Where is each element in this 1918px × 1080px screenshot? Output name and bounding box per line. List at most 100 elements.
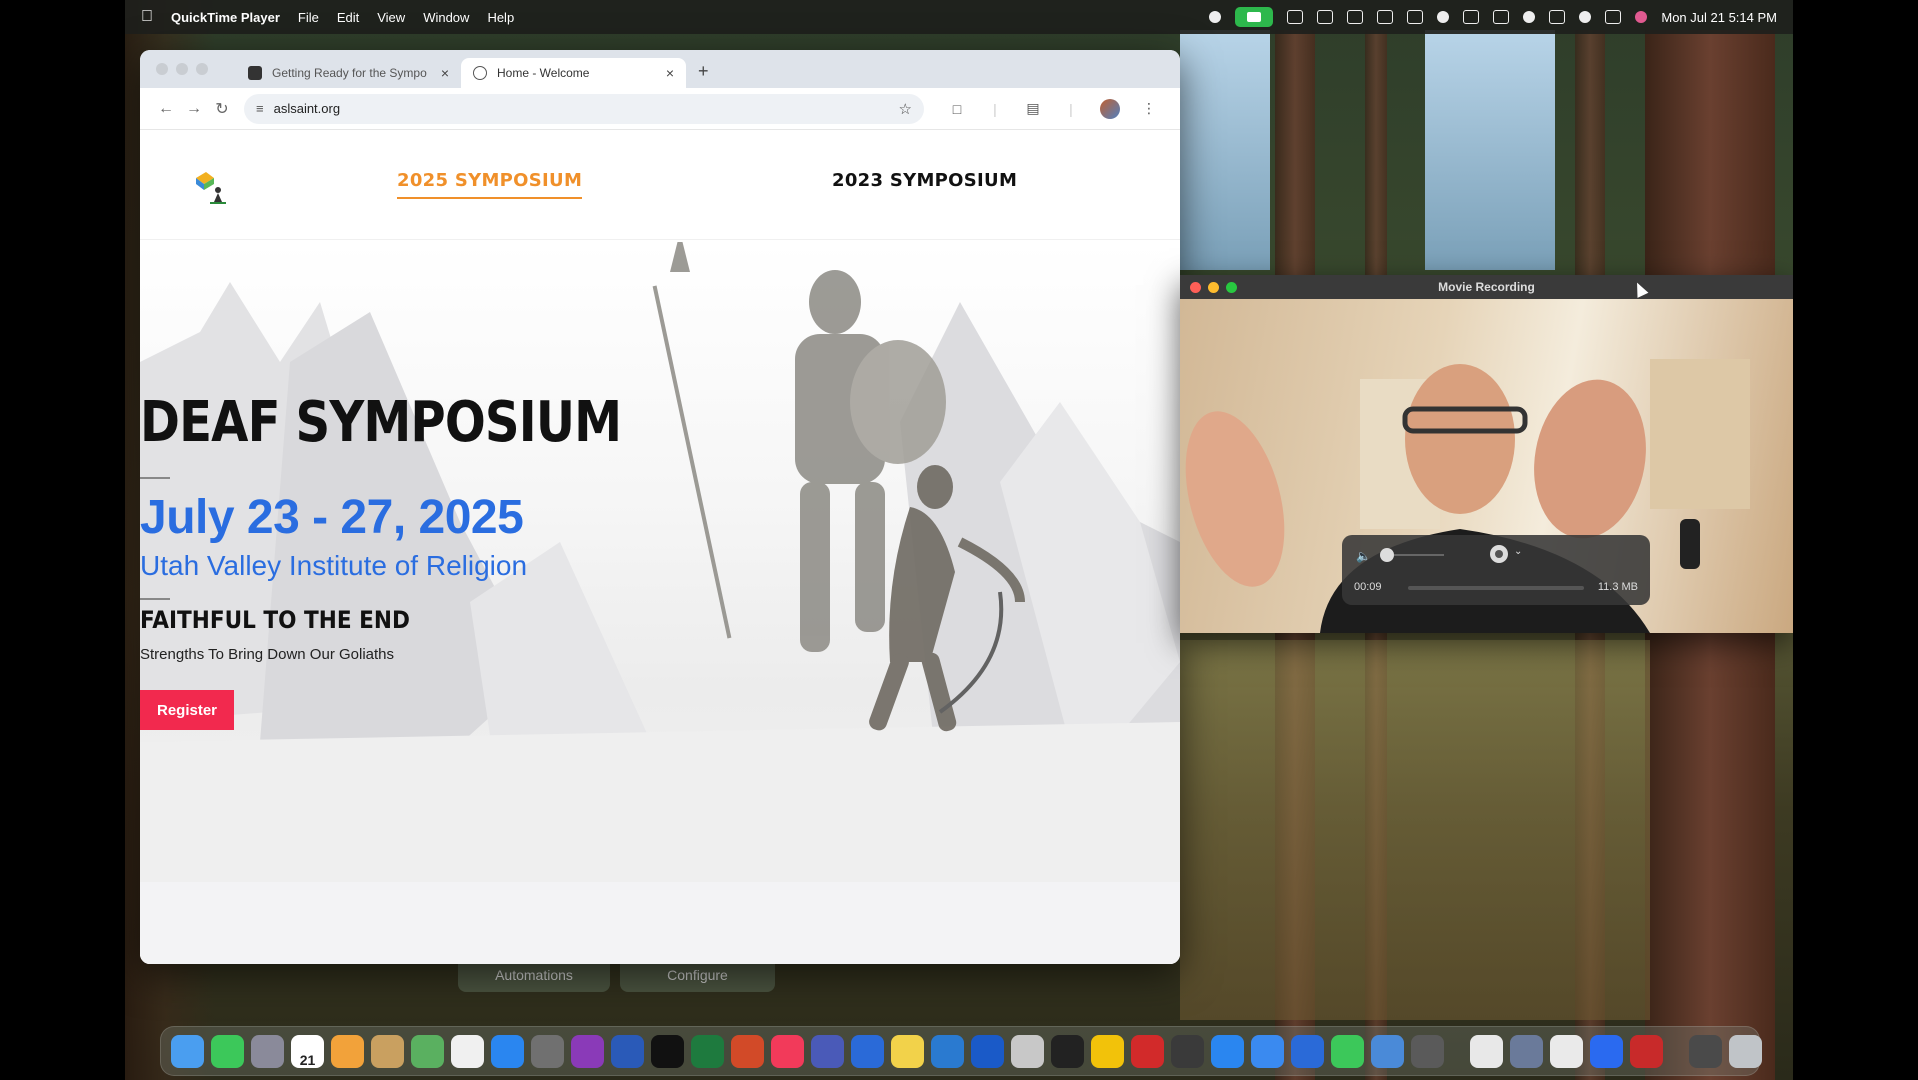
close-tab-icon[interactable]: × [441,65,449,81]
excel-icon[interactable] [691,1034,724,1068]
dock: 21 [160,1026,1762,1076]
forward-icon[interactable]: → [180,100,208,118]
menu-edit[interactable]: Edit [337,10,359,25]
minimize-window-button[interactable] [176,63,188,75]
user-icon[interactable] [1523,11,1536,23]
menu-view[interactable]: View [377,10,405,25]
tool-icon[interactable] [1011,1034,1044,1068]
todo-icon[interactable] [1291,1034,1324,1068]
register-button[interactable]: Register [140,690,234,730]
record-stop-button[interactable] [1490,545,1508,563]
app-menu[interactable]: QuickTime Player [171,10,280,25]
app-store-icon[interactable] [491,1034,524,1068]
word-icon[interactable] [611,1034,644,1068]
screens-icon[interactable] [1377,10,1394,24]
tab-strip: Getting Ready for the Sympo × Home - Wel… [140,50,1180,88]
url-text[interactable]: aslsaint.org [274,101,899,116]
preview-icon[interactable] [1371,1034,1404,1068]
toolbar-divider: | [1069,100,1073,117]
launchpad-icon[interactable] [251,1034,284,1068]
cloud-icon[interactable] [1317,10,1334,24]
menu-file[interactable]: File [298,10,319,25]
nav-2023-symposium[interactable]: 2023 SYMPOSIUM [832,170,1017,191]
site-logo-icon[interactable] [190,168,230,208]
music-icon[interactable] [771,1034,804,1068]
finder-icon[interactable] [171,1034,204,1068]
search-icon[interactable] [1579,11,1592,23]
file-size: 11.3 MB [1597,581,1638,593]
safari-icon[interactable] [1251,1034,1284,1068]
bookmark-star-icon[interactable]: ☆ [899,100,912,118]
tab-home-welcome[interactable]: Home - Welcome × [461,58,686,88]
calendar-icon[interactable]: 21 [291,1034,324,1068]
qt-title-bar[interactable]: Movie Recording [1180,275,1793,299]
quip-icon[interactable] [1091,1034,1124,1068]
maps-icon[interactable] [411,1034,444,1068]
zoom-icon[interactable] [1590,1034,1623,1068]
finder-window-icon[interactable] [1510,1034,1543,1068]
camera-in-use-icon[interactable] [1235,7,1274,27]
menubar-clock[interactable]: Mon Jul 21 5:14 PM [1661,10,1777,25]
more-menu-icon[interactable]: ⋮ [1139,100,1159,117]
menu-bar:  QuickTime Player File Edit View Window… [125,0,1793,34]
photos-icon[interactable] [331,1034,364,1068]
address-bar[interactable]: ≡ aslsaint.org ☆ [244,93,924,124]
volume-slider-track[interactable] [1394,554,1444,556]
chrome-icon[interactable] [1470,1034,1503,1068]
siri-icon[interactable] [1635,11,1648,23]
wifi-icon[interactable] [1407,10,1424,24]
profile-avatar[interactable] [1100,98,1120,119]
side-panel-icon[interactable]: ▤ [1023,100,1043,117]
apple-tv-icon[interactable] [651,1034,684,1068]
volume-slider-knob[interactable] [1380,548,1394,562]
record-status-icon[interactable] [1209,11,1222,23]
battery-icon[interactable] [1549,10,1566,24]
notes-icon[interactable] [371,1034,404,1068]
site-info-icon[interactable]: ≡ [256,101,264,116]
trash-icon[interactable] [1729,1034,1762,1068]
defender-icon[interactable] [851,1034,884,1068]
notes-app-icon[interactable] [891,1034,924,1068]
menu-window[interactable]: Window [423,10,469,25]
mail-icon[interactable] [1171,1034,1204,1068]
site-header: 2025 SYMPOSIUM 2023 SYMPOSIUM [140,130,1180,240]
battery-status-icon[interactable] [1463,10,1480,24]
system-settings-icon[interactable] [531,1034,564,1068]
sketchup-icon[interactable] [1051,1034,1084,1068]
close-window-button[interactable] [156,63,168,75]
acrobat-icon[interactable] [1630,1034,1663,1068]
mute-icon[interactable]: 🔈 [1356,549,1371,563]
pen-icon[interactable] [1287,10,1304,24]
options-chevron-icon[interactable]: ⌄ [1514,546,1522,557]
apple-menu-icon[interactable]:  [141,8,153,26]
play-icon[interactable] [1437,11,1450,23]
nav-2025-symposium[interactable]: 2025 SYMPOSIUM [397,170,583,199]
close-tab-icon[interactable]: × [666,65,674,81]
volume-icon[interactable] [1493,10,1510,24]
browser-window: Getting Ready for the Sympo × Home - Wel… [140,50,1180,964]
menu-help[interactable]: Help [487,10,514,25]
extensions-icon[interactable]: □ [947,101,967,117]
globe-icon [473,66,487,80]
zoom-window-button[interactable] [196,63,208,75]
powerpoint-icon[interactable] [731,1034,764,1068]
tab-getting-ready[interactable]: Getting Ready for the Sympo × [236,58,461,88]
control-center-icon[interactable] [1605,10,1622,24]
facetime-icon[interactable] [211,1034,244,1068]
back-icon[interactable]: ← [152,100,180,118]
teams-icon[interactable] [811,1034,844,1068]
accessibility-icon[interactable] [931,1034,964,1068]
display-icon[interactable] [1347,10,1364,24]
paypal-icon[interactable] [971,1034,1004,1068]
reminders-icon[interactable] [451,1034,484,1068]
home-icon[interactable] [1550,1034,1583,1068]
printer-icon[interactable] [1689,1034,1722,1068]
reload-icon[interactable]: ↻ [208,99,236,119]
new-tab-button[interactable]: + [698,61,709,82]
hero-banner: DEAF SYMPOSIUM July 23 - 27, 2025 Utah V… [140,242,1180,882]
quicktime-icon[interactable] [1411,1034,1444,1068]
calculator-icon[interactable] [1131,1034,1164,1068]
messages-icon[interactable] [1331,1034,1364,1068]
tasks-icon[interactable] [1211,1034,1244,1068]
onenote-icon[interactable] [571,1034,604,1068]
